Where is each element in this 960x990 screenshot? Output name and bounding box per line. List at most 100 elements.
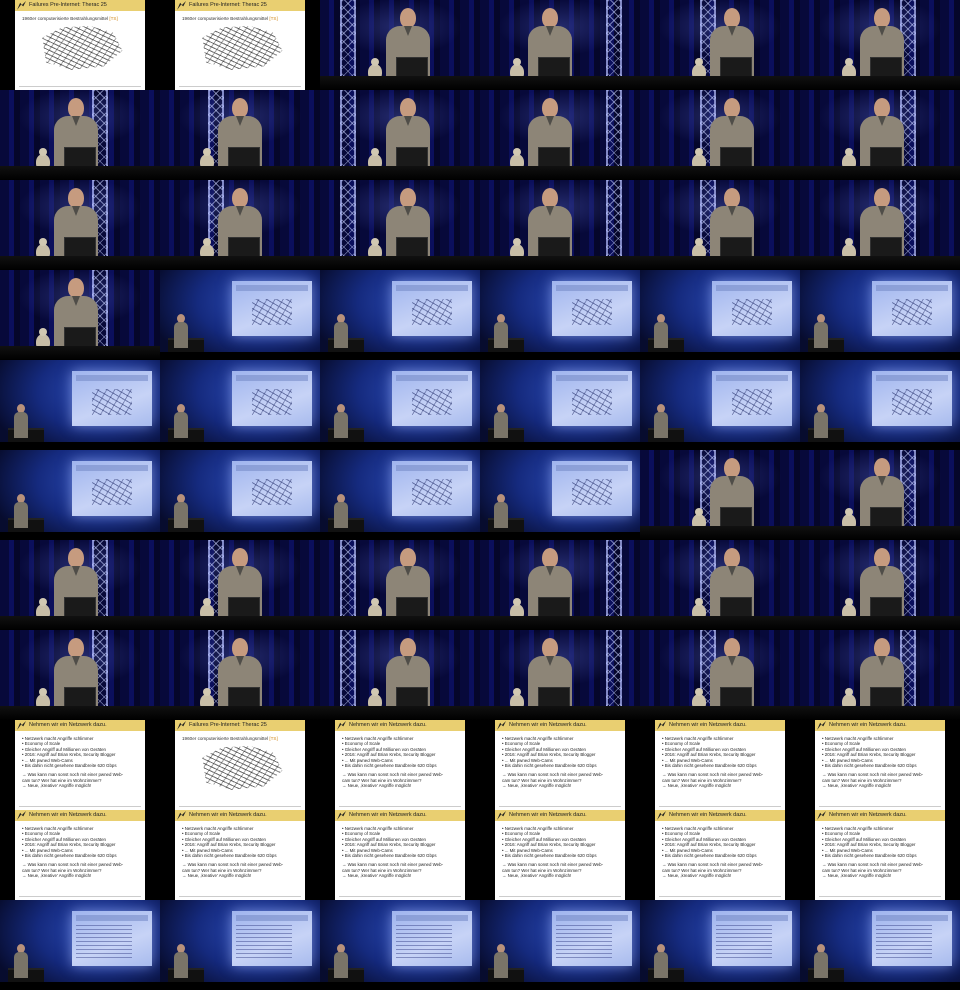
lectern (24, 346, 104, 350)
lectern (498, 256, 578, 260)
speaker-frame[interactable] (320, 180, 480, 270)
projection-frame[interactable] (160, 360, 320, 450)
speaker-frame[interactable] (800, 450, 960, 540)
projected-slide-title-bar (876, 915, 948, 921)
projected-diagram (252, 389, 292, 415)
lectern (356, 256, 436, 260)
slide-footer-line (179, 896, 301, 897)
projection-frame[interactable] (320, 900, 480, 990)
speaker-frame[interactable] (0, 630, 160, 720)
speaker-frame[interactable] (480, 540, 640, 630)
projection-frame[interactable] (480, 270, 640, 360)
speaker-frame[interactable] (320, 540, 480, 630)
speaker-frame[interactable] (640, 90, 800, 180)
slide-frame-network[interactable]: Nehmen wir ein Netzwerk dazu. • Netzwerk … (320, 810, 480, 900)
speaker-frame[interactable] (160, 180, 320, 270)
speaker (814, 944, 828, 978)
speaker-frame[interactable] (640, 630, 800, 720)
speaker-frame[interactable] (160, 90, 320, 180)
speaker-frame[interactable] (640, 540, 800, 630)
slide-footer-line (499, 896, 621, 897)
lectern (680, 256, 760, 260)
speaker-frame[interactable] (160, 540, 320, 630)
projection-frame[interactable] (800, 360, 960, 450)
slide-frame-network[interactable]: Nehmen wir ein Netzwerk dazu. • Netzwerk … (0, 810, 160, 900)
slide-header: Nehmen wir ein Netzwerk dazu. (495, 720, 625, 731)
speaker (654, 314, 668, 348)
speaker-frame[interactable] (160, 630, 320, 720)
projection-frame[interactable] (480, 450, 640, 540)
slide-frame-network[interactable]: Nehmen wir ein Netzwerk dazu. • Netzwerk … (480, 720, 640, 810)
speaker-frame[interactable] (0, 90, 160, 180)
speaker-frame[interactable] (800, 630, 960, 720)
slide-frame-network[interactable]: Nehmen wir ein Netzwerk dazu. • Netzwerk … (800, 810, 960, 900)
speaker-frame[interactable] (640, 180, 800, 270)
projected-diagram (92, 389, 132, 415)
plush-toy (200, 598, 214, 620)
slide-title: Failures Pre-Internet: Therac 25 (29, 2, 107, 8)
speaker (14, 404, 28, 438)
slide-frame-network[interactable]: Nehmen wir ein Netzwerk dazu. • Netzwerk … (640, 810, 800, 900)
speaker-frame[interactable] (640, 0, 800, 90)
slide-frame-network[interactable]: Nehmen wir ein Netzwerk dazu. • Netzwerk … (0, 720, 160, 810)
plush-toy (36, 328, 50, 350)
slide-frame-network[interactable]: Nehmen wir ein Netzwerk dazu. • Netzwerk … (800, 720, 960, 810)
speaker (14, 944, 28, 978)
lectern (680, 76, 760, 80)
slide-footer-line (819, 806, 941, 807)
slide-header: Failures Pre-Internet: Therac 25 (175, 720, 305, 731)
projection-frame[interactable] (160, 900, 320, 990)
speaker-frame[interactable] (0, 270, 160, 360)
slide-frame-therac[interactable]: Failures Pre-Internet: Therac 25 1960er c… (160, 0, 320, 90)
slide-subtitle-text: 1960er computerisierte Bestrahlungsmitte… (182, 736, 269, 741)
slide-frame-network[interactable]: Nehmen wir ein Netzwerk dazu. • Netzwerk … (640, 720, 800, 810)
speaker-frame[interactable] (0, 180, 160, 270)
speaker-head (400, 8, 416, 28)
speaker-frame[interactable] (320, 90, 480, 180)
speaker-frame[interactable] (640, 450, 800, 540)
slide-frame-therac[interactable]: Failures Pre-Internet: Therac 25 1960er c… (160, 720, 320, 810)
speaker-frame[interactable] (480, 90, 640, 180)
projection-frame[interactable] (320, 360, 480, 450)
laptop (870, 687, 902, 709)
projection-frame[interactable] (0, 900, 160, 990)
speaker-frame[interactable] (320, 0, 480, 90)
speaker-frame[interactable] (800, 180, 960, 270)
projection-frame[interactable] (480, 360, 640, 450)
plush-toy (368, 238, 382, 260)
speaker-frame[interactable] (0, 540, 160, 630)
projection-frame[interactable] (0, 450, 160, 540)
slide-frame-network[interactable]: Nehmen wir ein Netzwerk dazu. • Netzwerk … (320, 720, 480, 810)
projection-frame[interactable] (480, 900, 640, 990)
speaker-frame[interactable] (800, 540, 960, 630)
projected-slide-title-bar (236, 375, 308, 381)
projection-frame[interactable] (160, 450, 320, 540)
speaker-frame[interactable] (480, 630, 640, 720)
speaker-frame[interactable] (320, 630, 480, 720)
slide-header: Nehmen wir ein Netzwerk dazu. (495, 810, 625, 821)
projection-frame[interactable] (0, 360, 160, 450)
projection-frame[interactable] (800, 270, 960, 360)
slide-frame-network[interactable]: Nehmen wir ein Netzwerk dazu. • Netzwerk … (160, 810, 320, 900)
projection-frame[interactable] (640, 900, 800, 990)
plush-toy (692, 238, 706, 260)
slide-frame-therac[interactable]: Failures Pre-Internet: Therac 25 1960er c… (0, 0, 160, 90)
projection-frame[interactable] (640, 270, 800, 360)
speaker-frame[interactable] (480, 180, 640, 270)
slide-question: → Neue, ‚kreative' Angriffe möglich! (662, 783, 732, 789)
projected-diagram (572, 479, 612, 505)
projected-diagram (252, 299, 292, 325)
slide-frame-network[interactable]: Nehmen wir ein Netzwerk dazu. • Netzwerk … (480, 810, 640, 900)
projection-frame[interactable] (640, 360, 800, 450)
projection-frame[interactable] (320, 270, 480, 360)
projection-frame[interactable] (160, 270, 320, 360)
projected-diagram (732, 389, 772, 415)
projection-frame[interactable] (800, 900, 960, 990)
slide-title: Nehmen wir ein Netzwerk dazu. (829, 722, 907, 728)
speaker-head (232, 638, 248, 658)
speaker-frame[interactable] (800, 90, 960, 180)
logo-icon (337, 811, 346, 820)
speaker-frame[interactable] (800, 0, 960, 90)
projection-frame[interactable] (320, 450, 480, 540)
speaker-frame[interactable] (480, 0, 640, 90)
